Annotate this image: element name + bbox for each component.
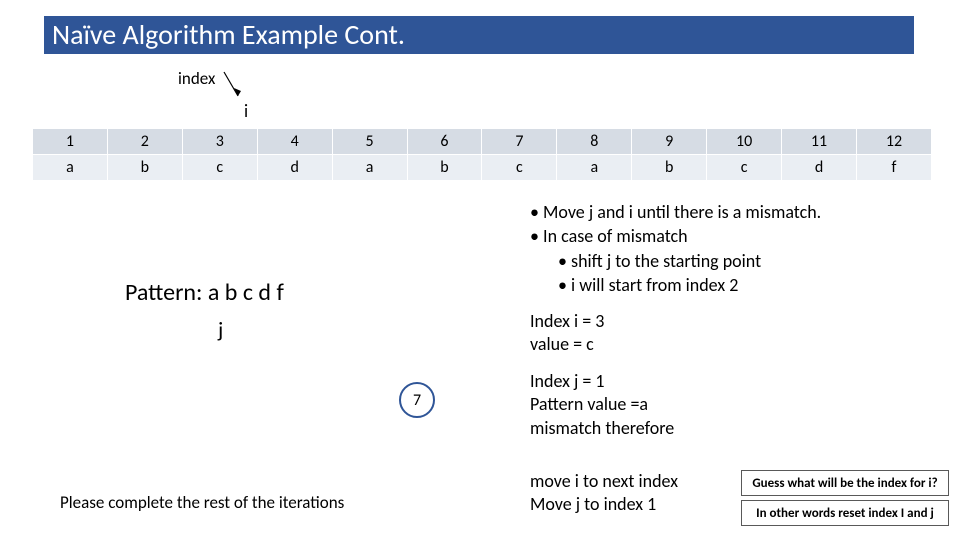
table-header-cell: 8 [557,129,632,155]
bullet-item: • Move j and i until there is a mismatch… [530,200,821,224]
algorithm-notes: • Move j and i until there is a mismatch… [530,200,821,297]
bullet-item: • In case of mismatch [530,224,821,248]
pattern-label: Pattern: a b c d f [125,278,284,307]
table-header-cell: 12 [857,129,932,155]
table-value-cell: b [632,155,707,181]
table-value-cell: f [857,155,932,181]
index-label: index [178,68,215,89]
exercise-prompt: Please complete the rest of the iteratio… [60,492,344,513]
table-header-cell: 3 [182,129,257,155]
iteration-badge: 7 [399,382,435,418]
table-value-cell: d [782,155,857,181]
state-i-value: value = c [530,333,604,356]
table-header-cell: 5 [332,129,407,155]
table-header-row: 1 2 3 4 5 6 7 8 9 10 11 12 [33,129,932,155]
table-value-cell: a [557,155,632,181]
slide-title: Naïve Algorithm Example Cont. [44,16,914,54]
state-j-value: Pattern value =a [530,393,674,416]
bullet-sub-item: • i will start from index 2 [558,273,821,297]
table-value-cell: a [332,155,407,181]
state-i-block: Index i = 3 value = c [530,310,604,357]
bullet-sub-item: • shift j to the starting point [558,249,821,273]
table-value-cell: c [182,155,257,181]
table-value-cell: a [33,155,108,181]
table-value-cell: c [707,155,782,181]
table-header-cell: 11 [782,129,857,155]
text-index-table: 1 2 3 4 5 6 7 8 9 10 11 12 a b c d a b c… [32,128,932,181]
index-pointer-arrow [220,70,244,104]
state-j-result: mismatch therefore [530,417,674,440]
table-value-cell: c [482,155,557,181]
table-header-cell: 2 [107,129,182,155]
reset-index-callout: In other words reset index I and j [741,500,949,526]
table-value-cell: d [257,155,332,181]
state-i-index: Index i = 3 [530,310,604,333]
table-header-cell: 7 [482,129,557,155]
move-j-line: Move j to index 1 [530,493,678,516]
table-value-cell: b [107,155,182,181]
j-label: j [218,316,223,343]
table-header-cell: 10 [707,129,782,155]
table-value-row: a b c d a b c a b c d f [33,155,932,181]
move-i-line: move i to next index [530,470,678,493]
move-instructions: move i to next index Move j to index 1 [530,470,678,517]
guess-index-callout: Guess what will be the index for i? [741,470,949,496]
state-j-block: Index j = 1 Pattern value =a mismatch th… [530,370,674,440]
i-label: i [244,100,248,122]
state-j-index: Index j = 1 [530,370,674,393]
table-header-cell: 9 [632,129,707,155]
table-header-cell: 4 [257,129,332,155]
table-header-cell: 1 [33,129,108,155]
table-value-cell: b [407,155,482,181]
table-header-cell: 6 [407,129,482,155]
